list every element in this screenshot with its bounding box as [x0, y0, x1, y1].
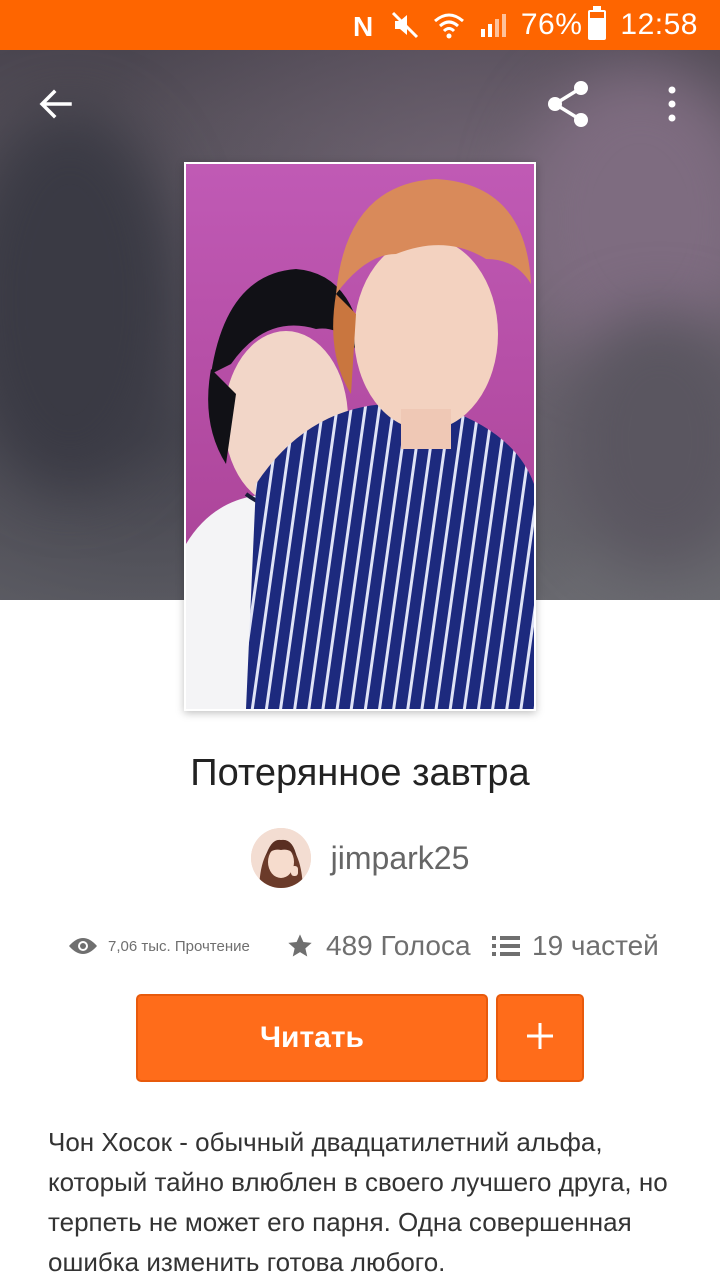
votes-count: 489 Голоса	[326, 930, 471, 961]
story-stats: 7,06 тыс. Прочтение 489 Голоса 19 частей	[0, 922, 720, 970]
parts-count: 19 частей	[532, 930, 659, 961]
nfc-icon: N	[351, 0, 377, 50]
book-cover[interactable]	[184, 162, 536, 711]
status-bar: N 76% 12:58	[0, 0, 720, 50]
story-title: Потерянное завтра	[190, 752, 530, 794]
battery-percent: 76%	[520, 8, 583, 41]
more-options-button[interactable]	[642, 76, 702, 136]
arrow-left-icon	[38, 86, 74, 127]
read-button[interactable]: Читать	[136, 994, 488, 1082]
author-link[interactable]: jimpark25	[0, 828, 720, 888]
more-vert-icon	[666, 86, 678, 127]
author-name: jimpark25	[330, 839, 470, 876]
parts-stat: 19 частей	[492, 922, 659, 970]
star-icon	[286, 932, 314, 960]
signal-icon	[479, 0, 507, 50]
svg-text:N: N	[353, 11, 373, 40]
reads-count: 7,06 тыс. Прочтение	[108, 937, 250, 955]
eye-icon	[68, 936, 98, 956]
avatar[interactable]	[250, 828, 311, 888]
battery-level	[590, 18, 605, 38]
mute-icon	[391, 0, 419, 50]
plus-icon	[525, 1021, 555, 1056]
wifi-icon	[433, 0, 465, 50]
battery-icon	[588, 6, 607, 40]
add-to-library-button[interactable]	[496, 994, 584, 1082]
clock: 12:58	[620, 8, 698, 41]
list-icon	[492, 934, 520, 958]
share-icon	[543, 79, 593, 134]
story-description: Чон Хосок - обычный двадцатилетний альфа…	[48, 1127, 668, 1277]
back-button[interactable]	[26, 76, 86, 136]
share-button[interactable]	[538, 76, 598, 136]
votes-stat: 489 Голоса	[286, 922, 471, 970]
reads-stat: 7,06 тыс. Прочтение	[68, 922, 250, 970]
